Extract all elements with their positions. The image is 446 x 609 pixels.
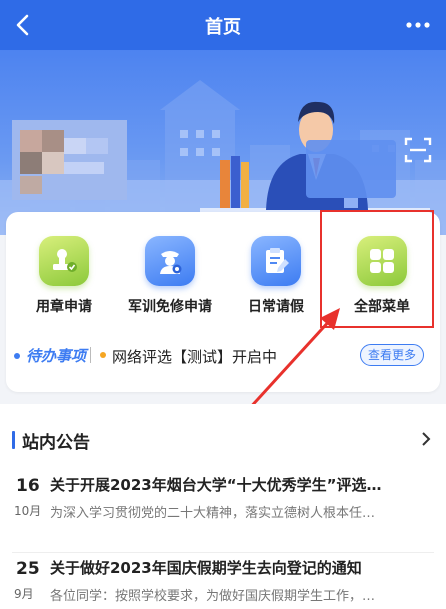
notice-day: 16 bbox=[16, 476, 40, 496]
todo-dot bbox=[14, 353, 20, 359]
section-marker bbox=[12, 431, 15, 449]
notice-summary: 为深入学习贯彻党的二十大精神，落实立德树人根本任… bbox=[50, 506, 376, 521]
menu-item-seal-application[interactable]: 用章申请 bbox=[14, 236, 114, 326]
divider bbox=[12, 552, 434, 553]
scan-icon bbox=[404, 137, 432, 163]
top-bar: 首页 bbox=[0, 0, 446, 50]
todo-title: 待办事项 bbox=[26, 347, 87, 365]
notice-item[interactable]: 25 9月 关于做好2023年国庆假期学生去向登记的通知 各位同学：按照学校要求… bbox=[0, 557, 446, 609]
menu-label: 日常请假 bbox=[248, 299, 304, 315]
chevron-right-icon bbox=[422, 432, 431, 446]
more-button[interactable] bbox=[404, 14, 432, 36]
leave-form-icon bbox=[251, 236, 301, 286]
notice-day: 25 bbox=[16, 559, 40, 579]
divider bbox=[90, 347, 91, 363]
page-title: 首页 bbox=[205, 17, 241, 38]
banner bbox=[0, 50, 446, 235]
notice-headline: 关于开展2023年烟台大学“十大优秀学生”评选… bbox=[50, 476, 382, 494]
view-more-button[interactable]: 查看更多 bbox=[360, 344, 424, 366]
notice-card: 站内公告 16 10月 关于开展2023年烟台大学“十大优秀学生”评选… 为深入… bbox=[0, 404, 446, 609]
notice-month: 9月 bbox=[14, 587, 34, 601]
notice-section-title: 站内公告 bbox=[22, 433, 90, 453]
notice-headline: 关于做好2023年国庆假期学生去向登记的通知 bbox=[50, 559, 362, 577]
menu-item-military-exemption[interactable]: 军训免修申请 bbox=[120, 236, 220, 326]
notice-summary: 各位同学：按照学校要求，为做好国庆假期学生工作，… bbox=[50, 589, 376, 604]
menu-label: 用章申请 bbox=[36, 299, 92, 315]
seal-icon bbox=[39, 236, 89, 286]
highlight-box bbox=[320, 210, 434, 328]
blurred-avatar bbox=[12, 120, 127, 200]
more-dots-icon bbox=[406, 22, 430, 28]
menu-item-daily-leave[interactable]: 日常请假 bbox=[226, 236, 326, 326]
todo-row[interactable]: 待办事项 网络评选【测试】开启中 查看更多 bbox=[12, 344, 424, 368]
todo-bullet bbox=[100, 352, 106, 358]
notice-month: 10月 bbox=[14, 504, 42, 518]
notice-more-button[interactable] bbox=[418, 430, 434, 448]
notice-item[interactable]: 16 10月 关于开展2023年烟台大学“十大优秀学生”评选… 为深入学习贯彻党… bbox=[0, 474, 446, 534]
menu-label: 军训免修申请 bbox=[128, 299, 212, 315]
scan-button[interactable] bbox=[404, 136, 432, 164]
military-badge-icon bbox=[145, 236, 195, 286]
todo-text: 网络评选【测试】开启中 bbox=[112, 348, 278, 366]
